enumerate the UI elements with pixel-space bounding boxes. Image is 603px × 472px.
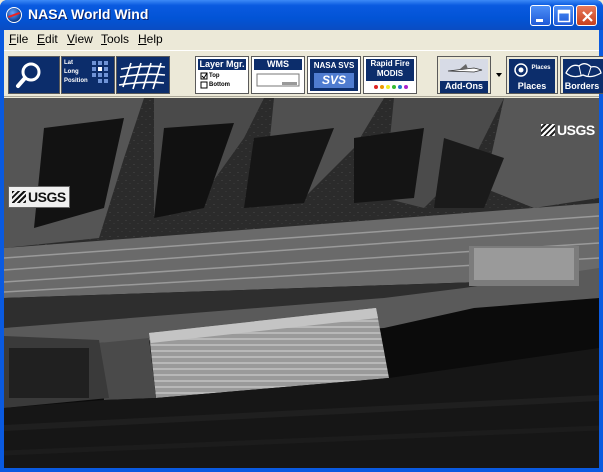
add-ons-label: Add-Ons bbox=[445, 81, 483, 91]
nasa-svs-title: NASA SVS bbox=[313, 61, 355, 70]
wms-window-icon bbox=[256, 73, 300, 87]
menu-tools-label: ools bbox=[107, 32, 130, 46]
nasa-logo-icon bbox=[6, 7, 22, 23]
client-area: File Edit View Tools Help Lat Long Posit… bbox=[4, 30, 603, 468]
places-inner-label: Places bbox=[531, 65, 551, 71]
minimize-button[interactable] bbox=[530, 5, 551, 26]
position-label: Position bbox=[64, 78, 88, 84]
menu-file-label: ile bbox=[16, 32, 29, 46]
menu-edit-label: dit bbox=[45, 32, 58, 46]
color-dots-icon bbox=[374, 85, 408, 89]
globe-grid-icon bbox=[118, 62, 166, 90]
menu-view[interactable]: View bbox=[67, 32, 93, 46]
menu-bar: File Edit View Tools Help bbox=[4, 30, 599, 49]
menu-file[interactable]: File bbox=[9, 32, 28, 46]
close-icon bbox=[582, 11, 593, 22]
map-view[interactable]: USGS USGS bbox=[4, 98, 599, 468]
layer-manager-button[interactable]: Layer Mgr. Top Bottom bbox=[195, 56, 249, 94]
search-button[interactable] bbox=[8, 56, 60, 94]
add-ons-button[interactable]: Add-Ons bbox=[437, 56, 491, 94]
maximize-button[interactable] bbox=[553, 5, 574, 26]
menu-help[interactable]: Help bbox=[138, 32, 163, 46]
usgs-logo-icon bbox=[541, 124, 555, 136]
usgs-logo-icon bbox=[12, 191, 26, 203]
add-ons-dropdown-button[interactable] bbox=[494, 56, 504, 94]
menu-tools[interactable]: Tools bbox=[101, 32, 129, 46]
svs-logo-text: SVS bbox=[321, 73, 346, 87]
menu-view-mnemonic: V bbox=[67, 32, 75, 46]
menu-view-label: iew bbox=[74, 32, 93, 46]
title-bar[interactable]: NASA World Wind bbox=[0, 0, 603, 30]
lat-label: Lat bbox=[64, 60, 73, 66]
places-button[interactable]: Places Places bbox=[506, 56, 558, 94]
menu-edit[interactable]: Edit bbox=[37, 32, 58, 46]
position-toggle-button[interactable]: Lat Long Position bbox=[61, 56, 115, 94]
borders-label: Borders bbox=[564, 81, 600, 91]
window-title: NASA World Wind bbox=[28, 6, 149, 22]
magnifier-icon bbox=[16, 62, 41, 88]
maximize-icon bbox=[557, 9, 571, 23]
usgs-watermark-right-text: USGS bbox=[557, 122, 595, 138]
close-button[interactable] bbox=[576, 5, 597, 26]
lat-long-lines-button[interactable] bbox=[116, 56, 170, 94]
satellite-imagery bbox=[4, 98, 599, 468]
menu-edit-mnemonic: E bbox=[37, 32, 46, 46]
long-label: Long bbox=[64, 69, 79, 75]
rapid-fire-modis-button[interactable]: Rapid Fire MODIS bbox=[363, 56, 417, 94]
wms-browser-button[interactable]: WMS bbox=[251, 56, 305, 94]
menu-help-mnemonic: H bbox=[138, 32, 147, 46]
nasa-svs-button[interactable]: NASA SVS SVS bbox=[307, 56, 361, 94]
usgs-watermark-right: USGS bbox=[541, 122, 595, 138]
menu-help-label: elp bbox=[146, 32, 163, 46]
usgs-watermark-left: USGS bbox=[8, 186, 70, 208]
usgs-watermark-left-text: USGS bbox=[28, 189, 66, 205]
app-window: NASA World Wind File Edit View Tools Hel… bbox=[0, 0, 603, 472]
borders-button[interactable]: Borders bbox=[560, 56, 603, 94]
toolbar: Lat Long Position Layer Mgr. Top Bottom … bbox=[4, 50, 603, 97]
places-label: Places bbox=[517, 81, 547, 91]
dropdown-arrow-icon bbox=[496, 73, 502, 77]
minimize-icon bbox=[536, 19, 543, 22]
